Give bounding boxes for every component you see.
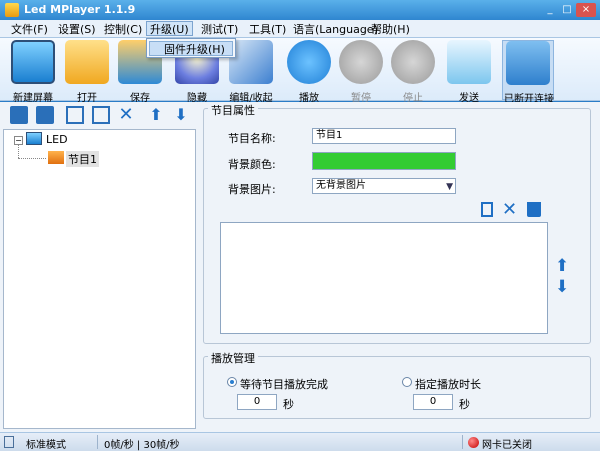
fps-status: 0帧/秒 | 30帧/秒 bbox=[104, 440, 180, 451]
tree-line bbox=[18, 158, 46, 159]
disconnected-icon bbox=[506, 41, 550, 85]
led-screen-icon bbox=[26, 132, 42, 145]
play-button[interactable]: 播放 bbox=[284, 40, 334, 104]
list-move-up-icon[interactable]: ⬆ bbox=[555, 256, 569, 276]
menu-test[interactable]: 测试(T) bbox=[198, 22, 241, 37]
menu-bar: 文件(F) 设置(S) 控制(C) 升级(U) 测试(T) 工具(T) 语言(L… bbox=[0, 20, 600, 38]
open-folder-icon bbox=[65, 40, 109, 84]
network-status-icon bbox=[468, 437, 479, 448]
stop-button[interactable]: 停止 bbox=[388, 40, 438, 104]
title-bar: Led MPlayer 1.1.9 _ □ × bbox=[0, 0, 600, 20]
app-logo-icon bbox=[5, 3, 19, 17]
wait-finish-label: 等待节目播放完成 bbox=[240, 378, 328, 391]
chevron-down-icon: ▼ bbox=[446, 182, 453, 192]
bg-color-picker[interactable] bbox=[312, 152, 456, 170]
play-management-title: 播放管理 bbox=[208, 350, 258, 366]
upgrade-dropdown-menu: 固件升级(H) bbox=[146, 38, 236, 58]
pause-icon bbox=[339, 40, 383, 84]
move-up-icon[interactable]: ⬆ bbox=[147, 106, 165, 124]
tree-item-program[interactable]: 节目1 bbox=[66, 151, 99, 167]
stop-icon bbox=[391, 40, 435, 84]
add-file-icon[interactable] bbox=[481, 202, 493, 217]
program-name-input[interactable]: 节目1 bbox=[312, 128, 456, 144]
bg-image-label: 背景图片: bbox=[228, 183, 276, 196]
pause-button[interactable]: 暂停 bbox=[336, 40, 386, 104]
move-down-icon[interactable]: ⬇ bbox=[172, 106, 190, 124]
mode-icon bbox=[4, 436, 14, 448]
connection-status-button[interactable]: 已断开连接 bbox=[502, 40, 554, 105]
monitor-icon bbox=[11, 40, 55, 84]
play-icon bbox=[287, 40, 331, 84]
bg-image-value: 无背景图片 bbox=[316, 180, 366, 191]
layout-icon[interactable] bbox=[36, 106, 54, 124]
program-tree[interactable]: − LED 节目1 bbox=[3, 129, 196, 429]
list-move-down-icon[interactable]: ⬇ bbox=[555, 277, 569, 297]
film-icon[interactable] bbox=[10, 106, 28, 124]
menu-control[interactable]: 控制(C) bbox=[101, 22, 145, 37]
menu-help[interactable]: 帮助(H) bbox=[368, 22, 413, 37]
menu-tools[interactable]: 工具(T) bbox=[246, 22, 289, 37]
menu-upgrade[interactable]: 升级(U) bbox=[146, 21, 193, 36]
seconds-unit-label: 秒 bbox=[283, 398, 294, 411]
maximize-button[interactable]: □ bbox=[559, 3, 575, 17]
close-button[interactable]: × bbox=[576, 3, 596, 17]
send-cloud-icon bbox=[447, 40, 491, 84]
window-title: Led MPlayer 1.1.9 bbox=[24, 3, 136, 16]
program-name-label: 节目名称: bbox=[228, 132, 276, 145]
wait-finish-radio[interactable] bbox=[227, 377, 237, 387]
program-properties-title: 节目属性 bbox=[208, 102, 258, 118]
status-divider bbox=[97, 435, 98, 449]
send-button[interactable]: 发送 bbox=[444, 40, 494, 104]
toolbar: 新建屏幕 打开 保存 隐藏 编辑/收起 播放 暂停 停止 发送 已断开连接 bbox=[0, 38, 600, 105]
bg-color-label: 背景颜色: bbox=[228, 158, 276, 171]
specify-duration-radio[interactable] bbox=[402, 377, 412, 387]
program-clapper-icon bbox=[48, 151, 64, 164]
firmware-upgrade-item[interactable]: 固件升级(H) bbox=[149, 41, 233, 56]
specify-duration-label: 指定播放时长 bbox=[415, 378, 481, 391]
menu-file[interactable]: 文件(F) bbox=[8, 22, 51, 37]
network-status: 网卡已关闭 bbox=[482, 440, 532, 451]
status-bar: 标准模式 0帧/秒 | 30帧/秒 网卡已关闭 bbox=[0, 432, 600, 451]
new-screen-button[interactable]: 新建屏幕 bbox=[8, 40, 58, 104]
seconds-unit-label-2: 秒 bbox=[459, 398, 470, 411]
wait-count-input[interactable]: 0 bbox=[237, 394, 277, 410]
menu-settings[interactable]: 设置(S) bbox=[55, 22, 99, 37]
minimize-button[interactable]: _ bbox=[542, 3, 558, 17]
new-page-icon[interactable] bbox=[66, 106, 84, 124]
status-divider bbox=[462, 435, 463, 449]
tree-line bbox=[18, 145, 19, 158]
duration-input[interactable]: 0 bbox=[413, 394, 453, 410]
collapse-toggle-icon[interactable]: − bbox=[14, 136, 23, 145]
mode-status: 标准模式 bbox=[26, 440, 66, 451]
delete-icon[interactable]: ✕ bbox=[117, 106, 135, 124]
remove-icon[interactable]: ✕ bbox=[502, 199, 517, 220]
trash-icon[interactable] bbox=[527, 202, 541, 217]
copy-icon[interactable] bbox=[92, 106, 110, 124]
bg-image-select[interactable]: 无背景图片 ▼ bbox=[312, 178, 456, 194]
background-image-list[interactable] bbox=[220, 222, 548, 334]
open-button[interactable]: 打开 bbox=[62, 40, 112, 104]
tree-root-led[interactable]: LED bbox=[46, 133, 68, 146]
